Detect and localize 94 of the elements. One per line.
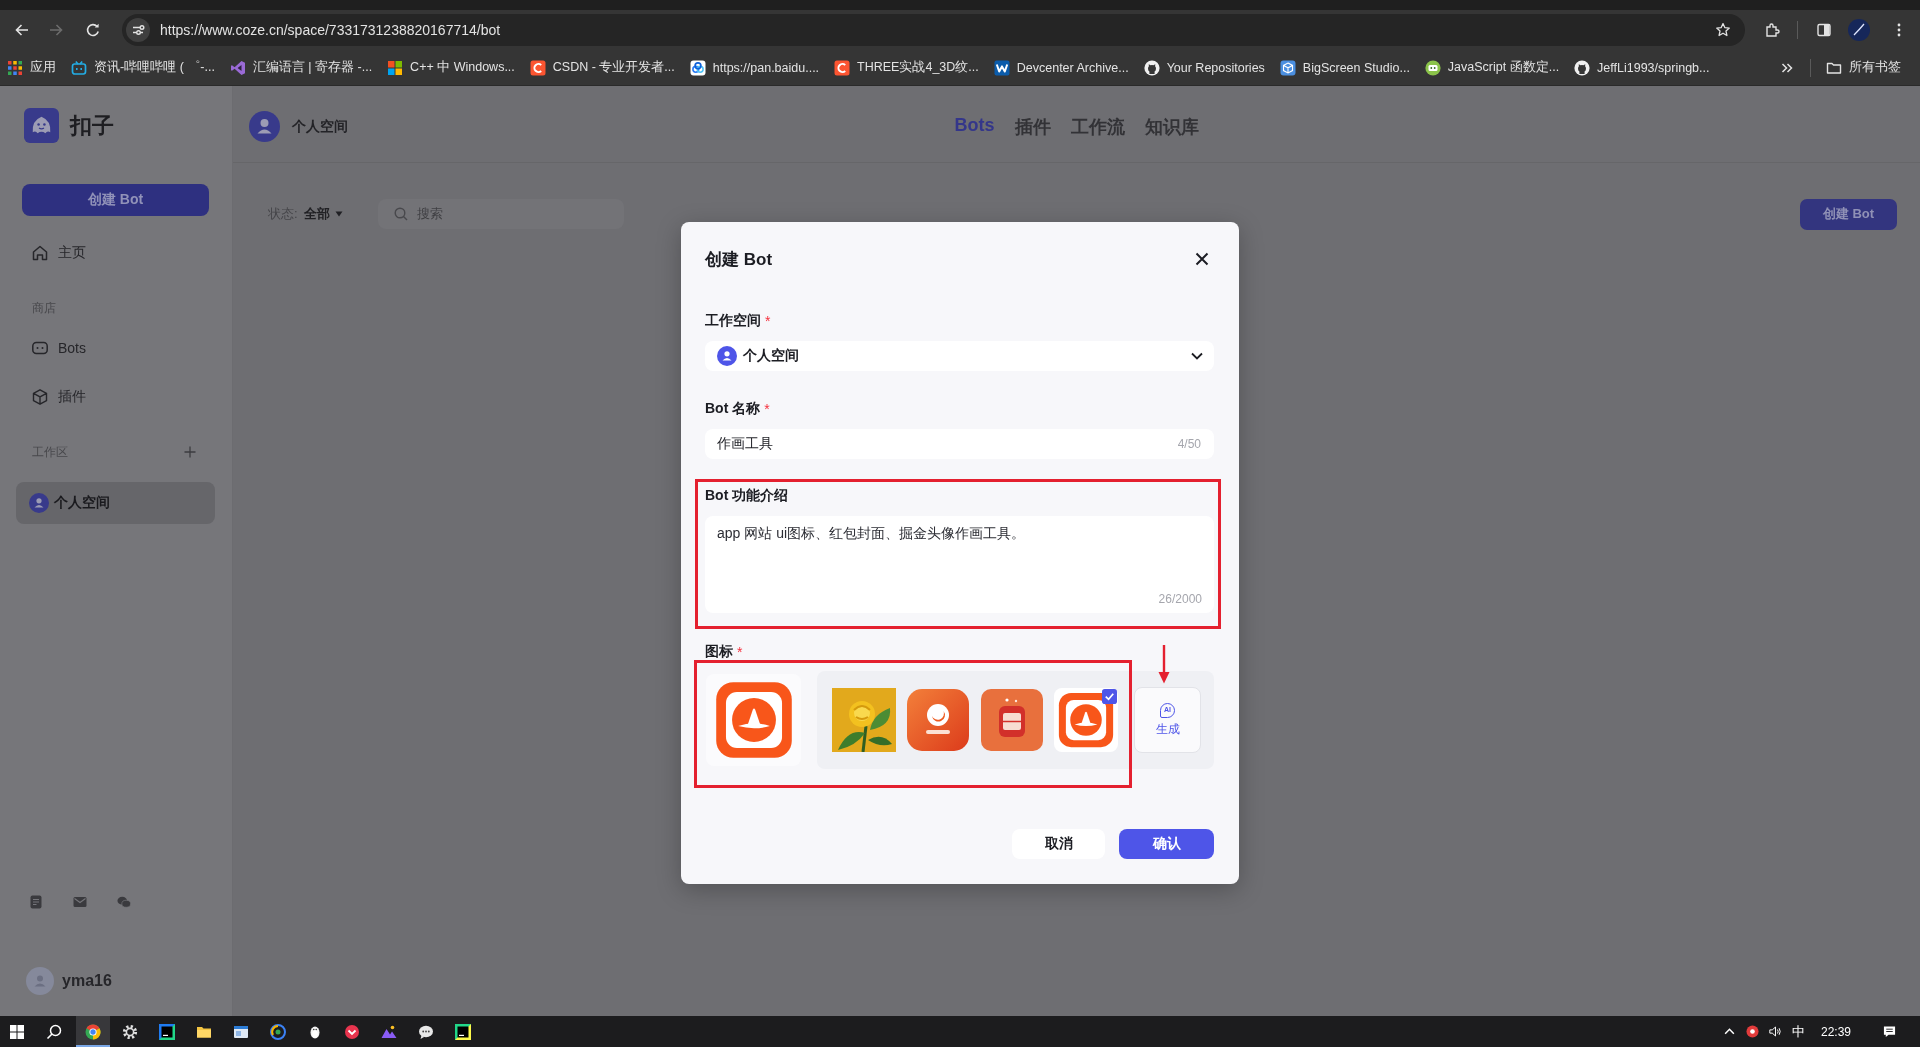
browser-icon	[85, 1023, 101, 1040]
c-tile-icon	[834, 59, 851, 76]
required-mark: *	[765, 313, 771, 329]
address-bar[interactable]: https://www.coze.cn/space/7331731238820167714/bot	[122, 14, 1745, 46]
ghost-logo-icon	[24, 108, 59, 143]
taskbar-app[interactable]	[76, 1016, 110, 1047]
icon-option[interactable]	[980, 688, 1044, 752]
user-name: yma16	[62, 972, 112, 990]
puzzle-icon[interactable]	[1764, 22, 1780, 38]
field-label: 工作空间	[705, 312, 761, 330]
ide-tile-icon	[455, 1023, 471, 1040]
input-method-indicator[interactable]: 中	[1791, 1022, 1805, 1041]
ide-tile-icon	[159, 1023, 175, 1040]
w-tile-icon	[993, 59, 1010, 76]
clock[interactable]: 22:39	[1820, 1024, 1851, 1039]
workspace-select[interactable]: 个人空间	[705, 341, 1214, 371]
dialog-title: 创建 Bot	[705, 248, 773, 271]
bookmark[interactable]: JavaScript 函数定...	[1417, 53, 1567, 82]
search-icon	[46, 1023, 62, 1040]
round-badge-icon	[906, 688, 970, 752]
round-app-icon	[344, 1023, 360, 1040]
bookmark[interactable]: JeffLi1993/springb...	[1567, 53, 1717, 82]
avatar-icon	[29, 493, 49, 513]
space-name: 个人空间	[292, 117, 348, 136]
site-settings-icon[interactable]	[126, 18, 150, 42]
brand-name: 扣子	[70, 111, 114, 140]
c-tile-icon	[529, 59, 546, 76]
bookmark[interactable]: CSDN - 专业开发者...	[522, 53, 682, 82]
hat-logo-icon	[1058, 692, 1114, 748]
bookmark[interactable]: Your Repositories	[1136, 53, 1272, 82]
char-count: 4/50	[1177, 437, 1201, 451]
flower-photo	[832, 688, 896, 752]
bookmark[interactable]: 应用	[0, 53, 63, 82]
create-bot-button[interactable]: 创建 Bot	[1800, 198, 1897, 230]
cat-logo-icon	[1143, 59, 1160, 76]
field-label: Bot 功能介绍	[705, 487, 789, 505]
chat-bubble-icon	[418, 1023, 434, 1040]
robot-face-icon	[31, 339, 49, 357]
chat-bubbles-icon[interactable]	[117, 895, 131, 909]
mountains-icon	[381, 1023, 397, 1040]
rings-icon	[689, 59, 706, 76]
four-tiles-icon	[387, 59, 404, 76]
bookmark[interactable]: Devcenter Archive...	[986, 53, 1136, 82]
checkbox-icon	[1102, 689, 1117, 704]
tray-app-icon[interactable]	[1745, 1025, 1759, 1038]
search-icon	[393, 207, 408, 221]
orb-icon	[270, 1023, 286, 1040]
caret-icon	[334, 211, 343, 217]
bookmark[interactable]: THREE实战4_3D纹...	[827, 53, 986, 82]
volume-icon[interactable]	[1768, 1025, 1782, 1038]
icon-option[interactable]	[832, 688, 896, 752]
field-label: Bot 名称	[705, 400, 761, 418]
cat-logo-icon	[1574, 59, 1591, 76]
avatar-icon	[249, 111, 280, 142]
chat-badge-icon	[1424, 59, 1441, 76]
calendar-icon	[980, 688, 1044, 752]
required-mark: *	[764, 401, 770, 417]
notification-icon[interactable]	[1883, 1025, 1896, 1038]
avatar-icon	[717, 346, 737, 366]
apps-grid-icon	[7, 59, 23, 76]
home-icon	[31, 244, 49, 262]
icon-option[interactable]	[1054, 688, 1118, 752]
mail-icon[interactable]	[73, 895, 87, 909]
document-icon[interactable]	[29, 895, 43, 909]
char-count: 26/2000	[1158, 591, 1202, 607]
create-bot-button[interactable]: 创建 Bot	[22, 184, 209, 216]
bookmark[interactable]: C++ 中 Windows...	[380, 53, 522, 82]
bookmark[interactable]: 汇编语言 | 寄存器 -...	[222, 53, 380, 82]
star-icon[interactable]	[1715, 22, 1731, 38]
side-panel-icon[interactable]	[1816, 22, 1832, 38]
gear-icon	[122, 1023, 138, 1040]
tv-icon	[71, 59, 87, 76]
confirm-button[interactable]: 确认	[1119, 829, 1214, 859]
close-icon[interactable]	[1195, 252, 1209, 266]
profile-avatar-icon[interactable]	[1848, 19, 1870, 41]
cube-tile-icon	[1279, 59, 1296, 76]
cube-icon	[31, 388, 49, 406]
windows-icon	[9, 1023, 25, 1040]
field-label: 图标	[705, 643, 733, 661]
bookmark[interactable]: https://pan.baidu....	[682, 53, 827, 82]
bookmark[interactable]: 资讯-哔哩哔哩 ( ゜-...	[64, 53, 222, 82]
window-icon	[233, 1023, 249, 1040]
select-value: 个人空间	[743, 347, 799, 365]
hat-logo-icon	[714, 681, 793, 759]
description-field[interactable]: app 网站 ui图标、红包封面、掘金头像作画工具。 26/2000	[705, 516, 1214, 613]
bookmark[interactable]: BigScreen Studio...	[1272, 53, 1417, 82]
all-bookmarks-button[interactable]: 所有书签	[1819, 53, 1908, 82]
icon-option[interactable]	[906, 688, 970, 752]
ribbon-logo-icon	[229, 59, 246, 76]
required-mark: *	[737, 644, 743, 660]
name-input-field[interactable]: 作画工具 4/50	[705, 429, 1214, 459]
cancel-button[interactable]: 取消	[1012, 829, 1105, 859]
back-icon[interactable]	[14, 22, 30, 38]
reload-icon[interactable]	[85, 22, 101, 38]
